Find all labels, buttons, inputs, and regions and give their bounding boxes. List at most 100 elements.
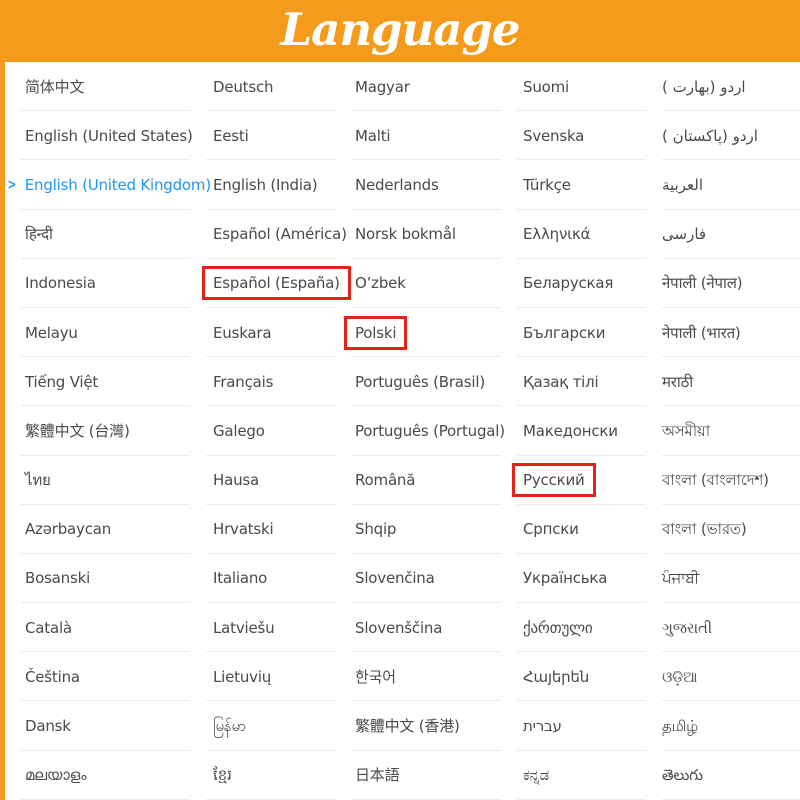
language-item[interactable]: 简体中文 (0, 62, 196, 111)
highlight-box: Русский (512, 463, 596, 497)
language-item[interactable]: Tiếng Việt (0, 357, 196, 406)
language-item[interactable]: Polski (342, 308, 507, 357)
language-label: Hrvatski (213, 520, 273, 538)
language-item[interactable]: Malti (342, 111, 507, 160)
language-label: ગુજરાતી (662, 619, 712, 637)
language-item[interactable]: 한국어 (342, 652, 507, 701)
language-item[interactable]: မြန်မာ (196, 701, 342, 750)
language-label: Français (213, 373, 273, 391)
language-item[interactable]: Español (España) (196, 259, 342, 308)
language-item[interactable]: Shqip (342, 505, 507, 554)
language-item[interactable]: العربية (652, 160, 800, 209)
language-item[interactable]: Français (196, 357, 342, 406)
language-item[interactable]: English (India) (196, 160, 342, 209)
language-label: Українська (523, 569, 607, 587)
language-item[interactable]: 日本語 (342, 751, 507, 800)
language-item[interactable]: मराठी (652, 357, 800, 406)
language-item[interactable]: Српски (507, 505, 652, 554)
language-label: Polski (355, 324, 396, 342)
language-item[interactable]: తెలుగు (652, 751, 800, 800)
language-item[interactable]: Hausa (196, 456, 342, 505)
language-label: اردو (بهارت ) (662, 78, 746, 96)
language-item[interactable]: Lietuvių (196, 652, 342, 701)
language-item[interactable]: বাংলা (বাংলাদেশ) (652, 456, 800, 505)
language-item[interactable]: Українська (507, 554, 652, 603)
language-item[interactable]: Eesti (196, 111, 342, 160)
language-label: 简体中文 (25, 78, 84, 96)
language-item[interactable]: 繁體中文 (香港) (342, 701, 507, 750)
language-item[interactable]: اردو (پاکستان ) (652, 111, 800, 160)
language-item[interactable]: Slovenščina (342, 603, 507, 652)
language-item[interactable]: தமிழ் (652, 701, 800, 750)
language-item[interactable]: Galego (196, 406, 342, 455)
language-item[interactable]: ಕನ್ನಡ (507, 751, 652, 800)
language-item[interactable]: Norsk bokmål (342, 210, 507, 259)
language-item[interactable]: Hrvatski (196, 505, 342, 554)
language-label: Slovenčina (355, 569, 435, 587)
language-item[interactable]: ગુજરાતી (652, 603, 800, 652)
language-item[interactable]: עברית (507, 701, 652, 750)
language-label: Русский (523, 471, 585, 489)
language-item[interactable]: Azərbaycan (0, 505, 196, 554)
language-item[interactable]: Euskara (196, 308, 342, 357)
language-item[interactable]: Türkçe (507, 160, 652, 209)
language-label: O’zbek (355, 274, 406, 292)
language-label: Беларуская (523, 274, 613, 292)
language-item[interactable]: नेपाली (भारत) (652, 308, 800, 357)
language-item[interactable]: Português (Portugal) (342, 406, 507, 455)
language-item[interactable]: >English (United Kingdom) (0, 160, 196, 209)
language-label: हिन्दी (25, 225, 53, 243)
language-item[interactable]: Қазақ тілі (507, 357, 652, 406)
language-label: ଓଡ଼ିଆ (662, 668, 697, 686)
language-item[interactable]: فارسی (652, 210, 800, 259)
language-item[interactable]: Melayu (0, 308, 196, 357)
language-item[interactable]: Indonesia (0, 259, 196, 308)
language-label: Latviešu (213, 619, 274, 637)
language-label: English (India) (213, 176, 317, 194)
language-item[interactable]: 繁體中文 (台灣) (0, 406, 196, 455)
language-item[interactable]: Dansk (0, 701, 196, 750)
language-item[interactable]: Русский (507, 456, 652, 505)
language-item[interactable]: नेपाली (नेपाल) (652, 259, 800, 308)
language-label: தமிழ் (662, 717, 698, 735)
language-item[interactable]: Magyar (342, 62, 507, 111)
language-item[interactable]: हिन्दी (0, 210, 196, 259)
language-item[interactable]: Português (Brasil) (342, 357, 507, 406)
language-item[interactable]: Română (342, 456, 507, 505)
language-item[interactable]: Nederlands (342, 160, 507, 209)
language-item[interactable]: اردو (بهارت ) (652, 62, 800, 111)
language-column: اردو (بهارت ) اردو (پاکستان )العربيةفارسی… (652, 62, 800, 800)
language-label: မြန်မာ (213, 717, 246, 735)
language-item[interactable]: ଓଡ଼ିଆ (652, 652, 800, 701)
language-item[interactable]: Suomi (507, 62, 652, 111)
language-item[interactable]: O’zbek (342, 259, 507, 308)
language-label: मराठी (662, 373, 693, 391)
language-item[interactable]: Ελληνικά (507, 210, 652, 259)
language-item[interactable]: Latviešu (196, 603, 342, 652)
language-item[interactable]: Български (507, 308, 652, 357)
language-item[interactable]: Español (América) (196, 210, 342, 259)
language-item[interactable]: മലയാളം (0, 751, 196, 800)
language-item[interactable]: Slovenčina (342, 554, 507, 603)
language-label: Magyar (355, 78, 410, 96)
language-item[interactable]: অসমীয়া (652, 406, 800, 455)
language-label: ไทย (25, 471, 51, 489)
language-item[interactable]: Deutsch (196, 62, 342, 111)
language-item[interactable]: ខ្មែរ (196, 751, 342, 800)
language-item[interactable]: Čeština (0, 652, 196, 701)
language-item[interactable]: ਪੰਜਾਬੀ (652, 554, 800, 603)
language-item[interactable]: Bosanski (0, 554, 196, 603)
highlight-box: Polski (344, 316, 407, 350)
language-item[interactable]: ქართული (507, 603, 652, 652)
language-item[interactable]: Italiano (196, 554, 342, 603)
language-label: Nederlands (355, 176, 439, 194)
language-item[interactable]: Հայերեն (507, 652, 652, 701)
language-item[interactable]: Català (0, 603, 196, 652)
language-item[interactable]: Беларуская (507, 259, 652, 308)
language-item[interactable]: ไทย (0, 456, 196, 505)
language-label: नेपाली (भारत) (662, 324, 741, 342)
language-item[interactable]: Svenska (507, 111, 652, 160)
language-item[interactable]: বাংলা (ভারত) (652, 505, 800, 554)
language-item[interactable]: Македонски (507, 406, 652, 455)
language-item[interactable]: English (United States) (0, 111, 196, 160)
